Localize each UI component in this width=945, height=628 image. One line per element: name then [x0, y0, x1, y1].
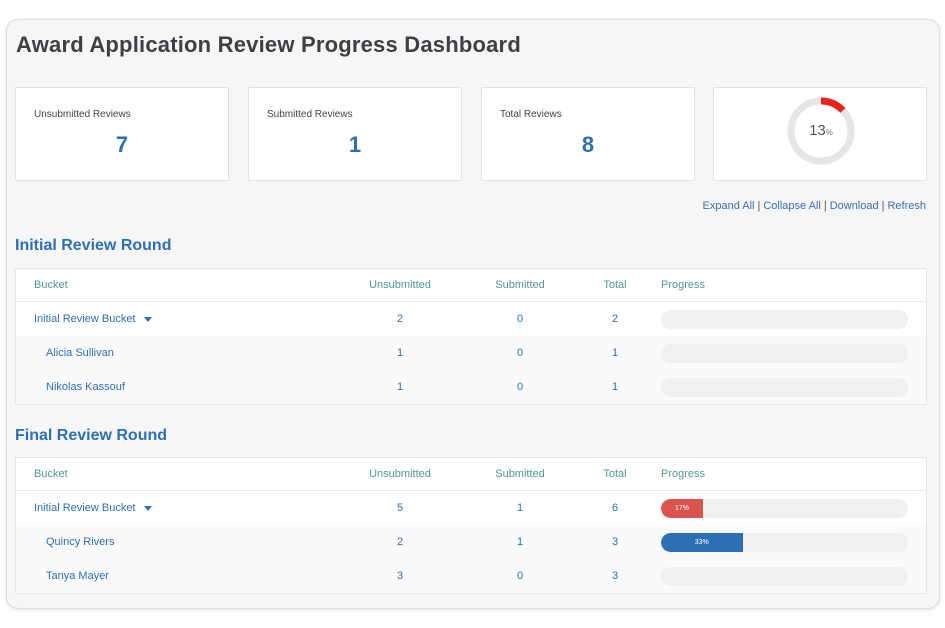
bucket-name[interactable]: Initial Review Bucket — [34, 302, 152, 336]
refresh-link[interactable]: Refresh — [887, 200, 926, 212]
progress-bar — [661, 344, 908, 363]
submitted-cell: 1 — [516, 536, 524, 548]
total-cell: 3 — [611, 570, 619, 582]
progress-bar: 17% — [661, 499, 908, 518]
reviewer-row: Tanya Mayer 3 0 3 — [16, 559, 926, 593]
submitted-cell: 0 — [516, 381, 524, 393]
table-header: Bucket Unsubmitted Submitted Total Progr… — [16, 458, 926, 491]
total-cell: 3 — [611, 536, 619, 548]
total-cell: 2 — [611, 313, 619, 325]
reviewer-row: Alicia Sullivan 1 0 1 — [16, 336, 926, 370]
caret-down-icon[interactable] — [143, 505, 152, 511]
unsubmitted-cell: 3 — [396, 570, 404, 582]
col-bucket[interactable]: Bucket — [34, 458, 68, 490]
reviewer-row: Quincy Rivers 2 1 3 33% — [16, 525, 926, 559]
initial-round-title: Initial Review Round — [15, 237, 172, 254]
download-link[interactable]: Download — [830, 200, 879, 212]
submitted-cell: 0 — [516, 570, 524, 582]
link-separator: | — [823, 200, 827, 212]
table-actions: Expand All | Collapse All | Download | Refresh — [703, 200, 927, 212]
progress-bar-fill: 17% — [661, 499, 703, 518]
submitted-reviews-value: 1 — [348, 132, 362, 157]
unsubmitted-cell: 1 — [396, 347, 404, 359]
donut-percent: 13% — [786, 122, 856, 139]
reviewer-name[interactable]: Alicia Sullivan — [46, 336, 114, 370]
unsubmitted-cell: 2 — [396, 536, 404, 548]
final-round-title: Final Review Round — [15, 427, 168, 444]
caret-down-icon[interactable] — [143, 316, 152, 322]
reviewer-row: Nikolas Kassouf 1 0 1 — [16, 370, 926, 404]
reviewer-name[interactable]: Nikolas Kassouf — [46, 370, 125, 404]
unsubmitted-cell: 2 — [396, 313, 404, 325]
unsubmitted-cell: 5 — [396, 502, 404, 514]
progress-bar: 33% — [661, 533, 908, 552]
initial-round-table: Bucket Unsubmitted Submitted Total Progr… — [15, 268, 927, 405]
col-total[interactable]: Total — [600, 458, 630, 490]
link-separator: | — [757, 200, 761, 212]
total-cell: 1 — [611, 381, 619, 393]
progress-donut: 13% — [786, 96, 856, 166]
unsubmitted-reviews-label: Unsubmitted Reviews — [34, 109, 131, 120]
reviewer-name[interactable]: Quincy Rivers — [46, 525, 114, 559]
total-reviews-value: 8 — [581, 132, 595, 157]
total-cell: 6 — [611, 502, 619, 514]
dashboard-panel: Award Application Review Progress Dashbo… — [6, 19, 940, 609]
submitted-cell: 1 — [516, 502, 524, 514]
table-header: Bucket Unsubmitted Submitted Total Progr… — [16, 269, 926, 302]
col-submitted[interactable]: Submitted — [484, 458, 556, 490]
collapse-all-link[interactable]: Collapse All — [763, 200, 820, 212]
final-round-table: Bucket Unsubmitted Submitted Total Progr… — [15, 457, 927, 594]
link-separator: | — [881, 200, 885, 212]
progress-bar — [661, 567, 908, 586]
col-total[interactable]: Total — [600, 269, 630, 301]
submitted-reviews-label: Submitted Reviews — [267, 109, 353, 120]
col-submitted[interactable]: Submitted — [484, 269, 556, 301]
bucket-name-label[interactable]: Initial Review Bucket — [34, 502, 136, 514]
col-unsubmitted[interactable]: Unsubmitted — [364, 269, 436, 301]
expand-all-link[interactable]: Expand All — [703, 200, 755, 212]
progress-bar — [661, 378, 908, 397]
reviewer-name[interactable]: Tanya Mayer — [46, 559, 109, 593]
progress-card: 13% — [713, 87, 927, 181]
unsubmitted-cell: 1 — [396, 381, 404, 393]
submitted-cell: 0 — [516, 347, 524, 359]
total-reviews-label: Total Reviews — [500, 109, 562, 120]
bucket-row[interactable]: Initial Review Bucket 5 1 6 17% — [16, 491, 926, 525]
donut-percent-unit: % — [825, 128, 833, 137]
submitted-reviews-card: Submitted Reviews 1 — [248, 87, 462, 181]
col-unsubmitted[interactable]: Unsubmitted — [364, 458, 436, 490]
donut-percent-value: 13 — [809, 122, 826, 139]
total-cell: 1 — [611, 347, 619, 359]
progress-bar — [661, 310, 908, 329]
bucket-name[interactable]: Initial Review Bucket — [34, 491, 152, 525]
bucket-name-label[interactable]: Initial Review Bucket — [34, 313, 136, 325]
submitted-cell: 0 — [516, 313, 524, 325]
total-reviews-card: Total Reviews 8 — [481, 87, 695, 181]
unsubmitted-reviews-value: 7 — [115, 132, 129, 157]
bucket-row[interactable]: Initial Review Bucket 2 0 2 — [16, 302, 926, 336]
col-progress[interactable]: Progress — [661, 269, 705, 301]
page-title: Award Application Review Progress Dashbo… — [16, 32, 521, 57]
col-progress[interactable]: Progress — [661, 458, 705, 490]
progress-bar-fill: 33% — [661, 533, 743, 552]
col-bucket[interactable]: Bucket — [34, 269, 68, 301]
unsubmitted-reviews-card: Unsubmitted Reviews 7 — [15, 87, 229, 181]
